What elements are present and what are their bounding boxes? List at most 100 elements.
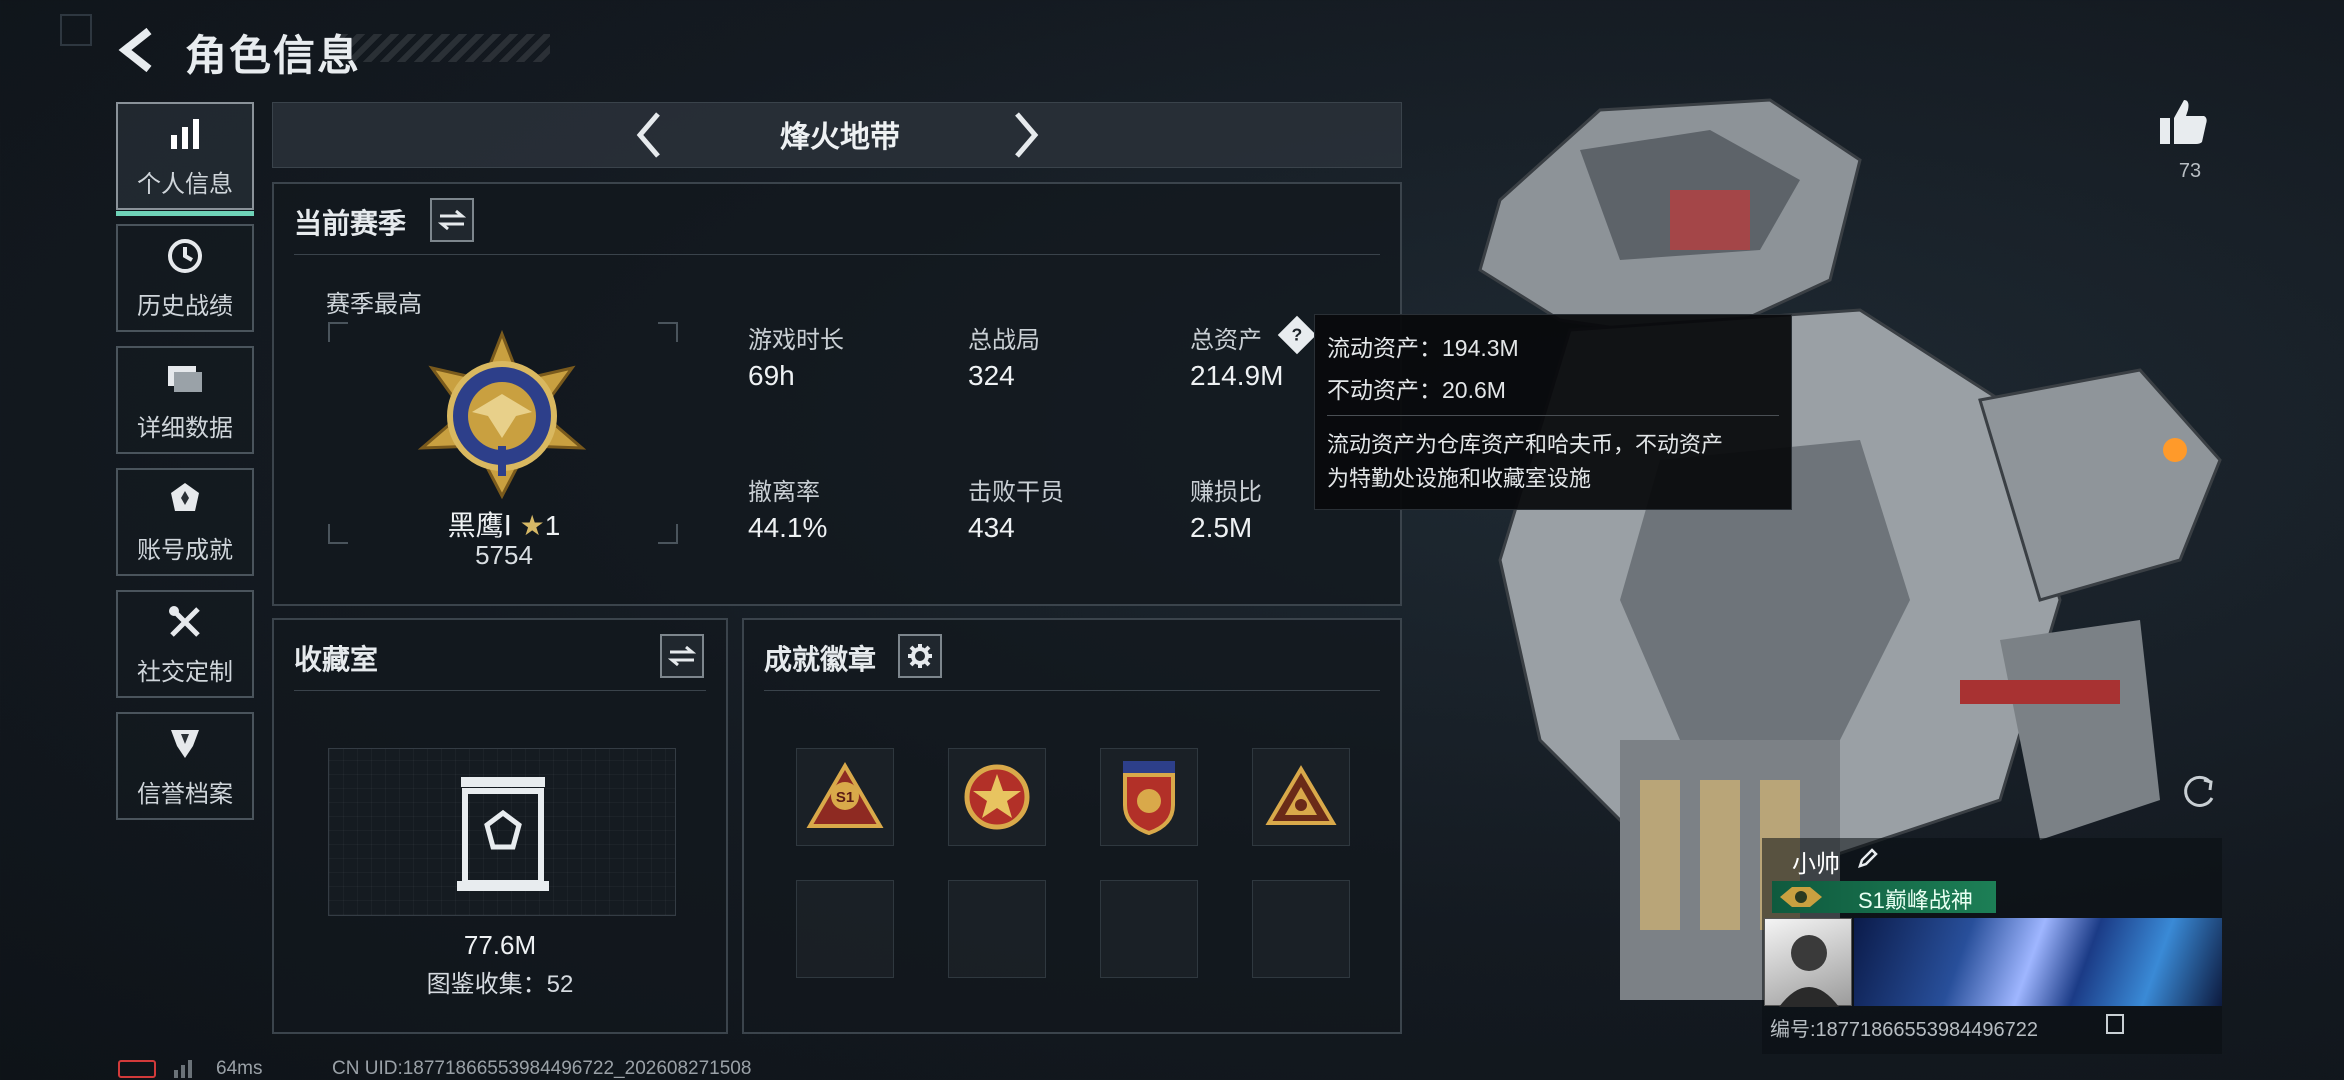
sidebar-item-label: 历史战绩 — [137, 292, 233, 320]
avatar — [1764, 918, 1852, 1007]
collection-panel-title: 收藏室 — [294, 644, 379, 675]
sidebar-item-detail-data[interactable]: 详细数据 — [116, 346, 254, 454]
sidebar-item-credit[interactable]: 信誉档案 — [116, 712, 254, 820]
chevron-left-icon — [636, 112, 660, 158]
corner-decoration — [60, 14, 92, 46]
bar-chart-icon — [165, 114, 205, 154]
badges-panel-title: 成就徽章 — [764, 644, 877, 675]
tooltip-desc-line1: 流动资产为仓库资产和哈夫币，不动资产 — [1327, 432, 1724, 457]
sidebar-item-label: 账号成就 — [137, 536, 233, 564]
chevron-right-icon — [1015, 112, 1039, 158]
sidebar-item-label: 信誉档案 — [137, 780, 233, 808]
stat-value: 434 — [968, 512, 1015, 543]
collection-preview[interactable] — [328, 748, 676, 916]
rank-emblem-icon — [412, 328, 592, 508]
stat-value: 324 — [968, 360, 1015, 391]
question-icon: ? — [1291, 324, 1303, 345]
like-count: 73 — [2178, 160, 2202, 182]
badge-slot[interactable] — [1100, 748, 1198, 846]
stat-label: 击败干员 — [968, 479, 1064, 506]
badges-settings-button[interactable] — [898, 634, 942, 678]
stat-label: 总资产 — [1190, 327, 1262, 354]
badge-slot[interactable]: S1 — [796, 748, 894, 846]
season-best-label: 赛季最高 — [326, 291, 422, 318]
mode-prev-button[interactable] — [630, 108, 670, 162]
stat-label: 撤离率 — [748, 479, 820, 506]
tooltip-fixed: 不动资产：20.6M — [1327, 377, 1506, 403]
triangle-badge-icon — [1265, 765, 1337, 825]
stat-value: 2.5M — [1190, 512, 1253, 543]
player-uid: 编号:18771866553984496722 — [1770, 1019, 2039, 1041]
battery-icon — [118, 1060, 156, 1078]
divider — [764, 690, 1380, 691]
stat-label: 赚损比 — [1190, 479, 1262, 506]
footer-uid: CN UID:18771866553984496722_202608271508 — [332, 1058, 752, 1079]
collection-catalog: 图鉴收集：52 — [426, 971, 574, 998]
player-banner — [1854, 918, 2222, 1006]
history-icon — [165, 236, 205, 276]
mode-title: 烽火地带 — [780, 121, 900, 154]
help-button[interactable]: ? — [1277, 315, 1317, 355]
back-button[interactable] — [112, 20, 162, 80]
rank-title-row: 黑鹰Ⅰ ★1 — [414, 504, 594, 544]
badge-slot-empty[interactable] — [1100, 880, 1198, 978]
season-panel: 当前赛季 赛季最高 黑鹰Ⅰ ★1 5754 游戏时长 69h 总战局 324 总… — [272, 182, 1402, 606]
sidebar-item-label: 详细数据 — [137, 414, 233, 442]
title-decoration — [340, 34, 550, 62]
rank-name: 黑鹰Ⅰ — [447, 510, 512, 541]
sidebar-item-label: 社交定制 — [137, 658, 233, 686]
swap-icon — [668, 645, 696, 667]
stat-label: 游戏时长 — [748, 327, 844, 354]
shield-badge-icon — [1123, 761, 1175, 836]
tools-icon — [165, 602, 205, 642]
mode-next-button[interactable] — [1005, 108, 1045, 162]
sidebar-item-personal-info[interactable]: 个人信息 — [116, 102, 254, 216]
thumbs-up-icon — [2160, 100, 2207, 144]
divider — [294, 690, 706, 691]
stat-value: 214.9M — [1190, 360, 1284, 391]
pencil-icon — [1858, 848, 1878, 868]
vault-icon — [457, 777, 549, 891]
tooltip-liquid: 流动资产：194.3M — [1327, 335, 1519, 361]
collection-value: 77.6M — [463, 930, 537, 960]
back-arrow-icon — [118, 27, 152, 73]
star-icon: ★ — [519, 510, 545, 541]
edit-name-button[interactable] — [1856, 846, 1880, 870]
badge-slot-empty[interactable] — [796, 880, 894, 978]
page-title: 角色信息 — [185, 32, 362, 79]
like-button[interactable] — [2158, 98, 2210, 150]
swap-icon — [438, 209, 466, 231]
divider — [1327, 415, 1779, 416]
asset-tooltip: 流动资产：194.3M 不动资产：20.6M 流动资产为仓库资产和哈夫币，不动资… — [1314, 314, 1792, 510]
s1-badge-icon: S1 — [806, 762, 884, 828]
shield-icon — [165, 724, 205, 764]
season-panel-title: 当前赛季 — [294, 208, 407, 239]
sidebar-item-achievements[interactable]: 账号成就 — [116, 468, 254, 576]
rotate-button[interactable] — [2180, 772, 2220, 812]
copy-icon[interactable] — [2106, 1014, 2124, 1034]
badge-slot-empty[interactable] — [1252, 880, 1350, 978]
eagle-emblem-icon — [1780, 887, 1822, 907]
badges-panel: 成就徽章 S1 — [742, 618, 1402, 1034]
rank-points: 5754 — [475, 540, 533, 570]
badge-slot-empty[interactable] — [948, 880, 1046, 978]
sidebar-item-label: 个人信息 — [137, 170, 233, 198]
collection-panel: 收藏室 77.6M 图鉴收集：52 — [272, 618, 728, 1034]
player-name: 小帅 — [1792, 851, 1840, 878]
season-switch-button[interactable] — [430, 198, 474, 242]
sidebar-item-history[interactable]: 历史战绩 — [116, 224, 254, 332]
achievement-icon — [165, 480, 205, 520]
signal-icon — [172, 1056, 196, 1078]
sidebar-item-social[interactable]: 社交定制 — [116, 590, 254, 698]
star-badge-icon — [964, 764, 1030, 830]
collection-switch-button[interactable] — [660, 634, 704, 678]
badge-slot[interactable] — [948, 748, 1046, 846]
rotate-icon — [2184, 775, 2214, 807]
stat-label: 总战局 — [968, 327, 1040, 354]
stat-value: 44.1% — [748, 512, 828, 543]
folder-icon — [165, 358, 205, 398]
gear-icon — [908, 644, 932, 668]
badge-text: S1 — [836, 789, 854, 806]
badge-slot[interactable] — [1252, 748, 1350, 846]
ping-text: 64ms — [216, 1058, 263, 1079]
